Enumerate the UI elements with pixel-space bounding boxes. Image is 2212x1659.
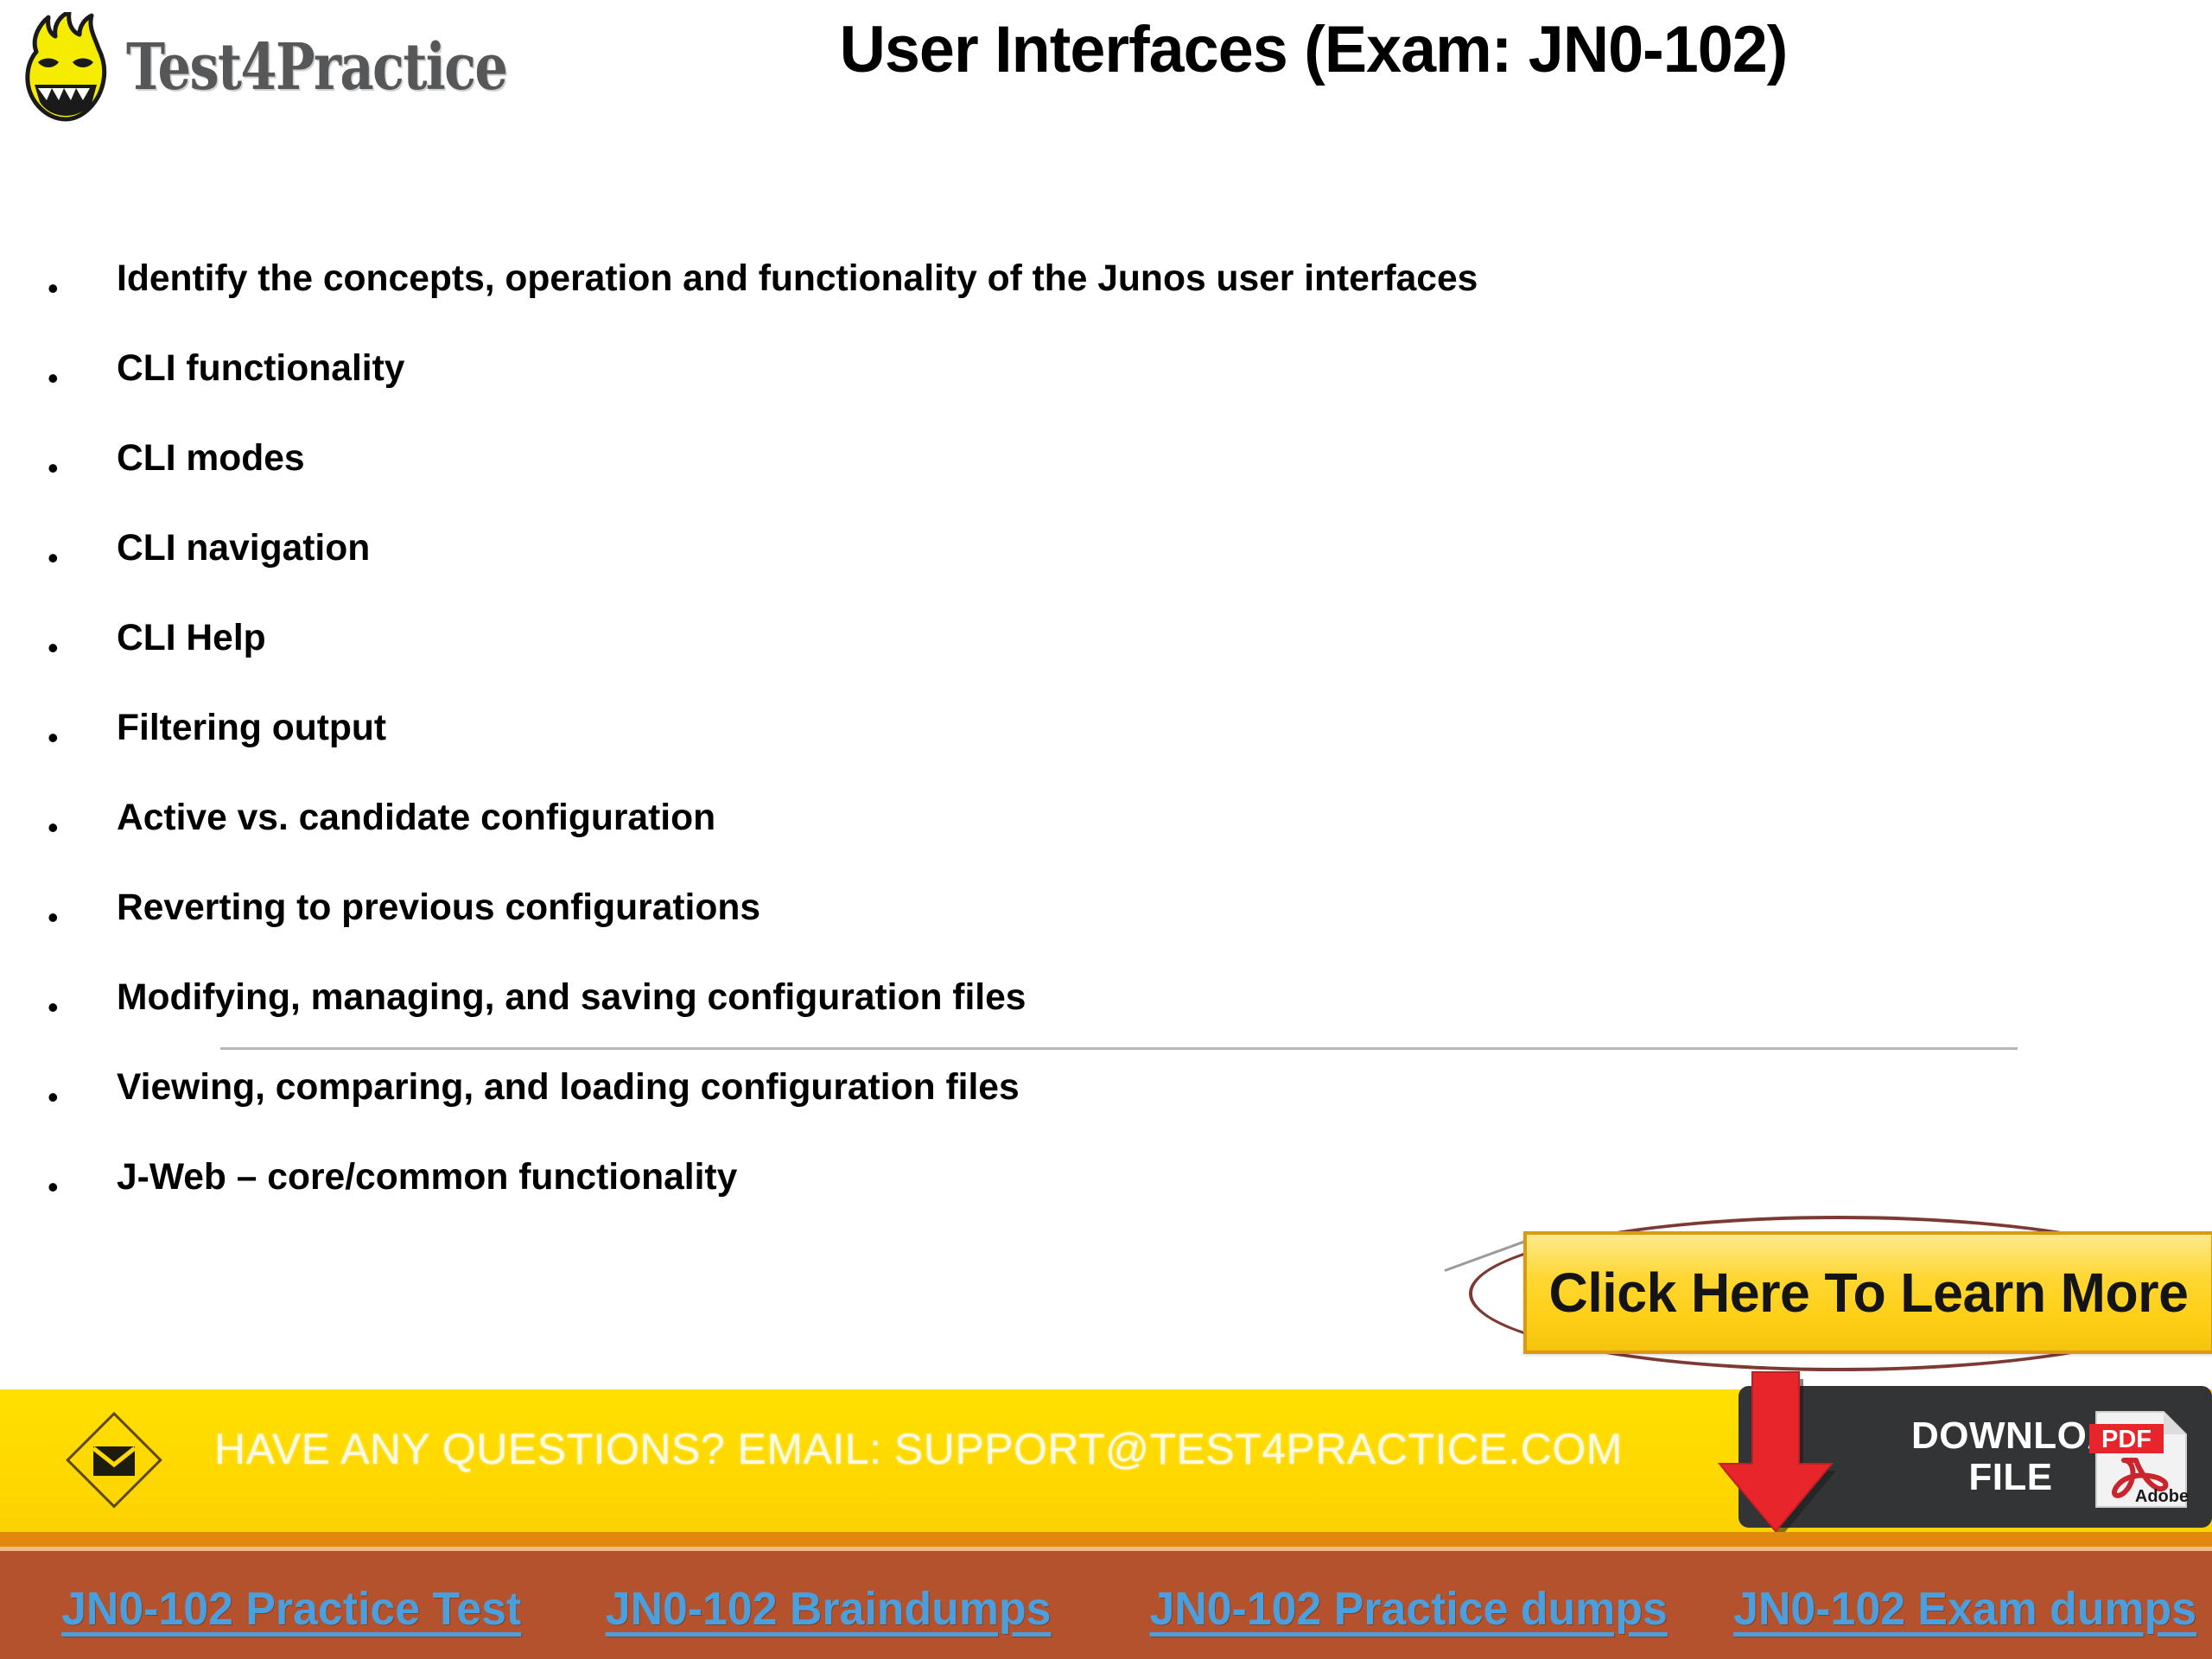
adobe-pdf-icon: PDF Adobe [2089,1408,2193,1510]
svg-text:Adobe: Adobe [2135,1487,2189,1506]
list-item: • Filtering output [48,707,387,755]
bullet-marker-icon: • [48,270,59,306]
slide-header: Test4Practice User Interfaces (Exam: JN0… [0,0,2212,164]
bullet-marker-icon: • [48,1079,59,1115]
click-here-to-learn-more-button[interactable]: Click Here To Learn More [1523,1231,2212,1354]
brand-name: Test4Practice [126,30,508,105]
bullet-marker-icon: • [48,989,59,1025]
brand-logo[interactable]: Test4Practice [17,7,508,128]
bullet-marker-icon: • [48,1169,59,1205]
envelope-in-diamond-icon [62,1408,166,1512]
download-line-2: FILE [1968,1456,2053,1498]
bullet-marker-icon: • [48,720,59,755]
list-item: • Modifying, managing, and saving config… [48,976,1027,1025]
down-arrow-icon [1709,1370,1839,1539]
orange-accent-strip [0,1532,2212,1547]
support-email-text: HAVE ANY QUESTIONS? EMAIL: SUPPORT@TEST4… [214,1425,1623,1473]
footer-link-practice-test[interactable]: JN0-102 Practice Test [61,1582,521,1636]
footer-link-exam-dumps[interactable]: JN0-102 Exam dumps [1733,1582,2196,1636]
bullet-marker-icon: • [48,630,59,665]
list-item: • Active vs. candidate configuration [48,797,716,845]
bullet-marker-icon: • [48,899,59,935]
list-item: • Reverting to previous configurations [48,887,761,935]
list-item: • CLI Help [48,617,266,665]
list-item: • CLI functionality [48,347,405,396]
list-item: • Identify the concepts, operation and f… [48,257,1478,306]
learn-more-callout[interactable]: Click Here To Learn More [1444,1197,2212,1382]
footer-link-practice-dumps[interactable]: JN0-102 Practice dumps [1149,1582,1667,1636]
list-item: • Viewing, comparing, and loading config… [48,1066,1020,1115]
bullet-marker-icon: • [48,540,59,575]
bullet-marker-icon: • [48,360,59,396]
cta-button-label: Click Here To Learn More [1549,1262,2189,1324]
list-item: • CLI modes [48,437,305,486]
download-button-labels: DOWNLOAD FILE [1911,1414,2143,1498]
download-line-1: DOWNLOAD [1911,1414,2143,1458]
svg-text:PDF: PDF [2101,1426,2152,1453]
download-file-group[interactable]: DOWNLOAD FILE PDF Adobe [1709,1371,2212,1548]
list-item: • CLI navigation [48,527,371,575]
bullet-list: • Identify the concepts, operation and f… [0,257,2212,1248]
footer-link-braindumps[interactable]: JN0-102 Braindumps [606,1582,1052,1636]
footer-link-bar: JN0-102 Practice Test JN0-102 Braindumps… [0,1551,2212,1659]
bullet-marker-icon: • [48,450,59,486]
page-title: User Interfaces (Exam: JN0-102) [839,13,1789,86]
bullet-marker-icon: • [48,810,59,845]
flame-head-mascot-icon [17,10,114,123]
horizontal-divider [220,1047,2018,1050]
